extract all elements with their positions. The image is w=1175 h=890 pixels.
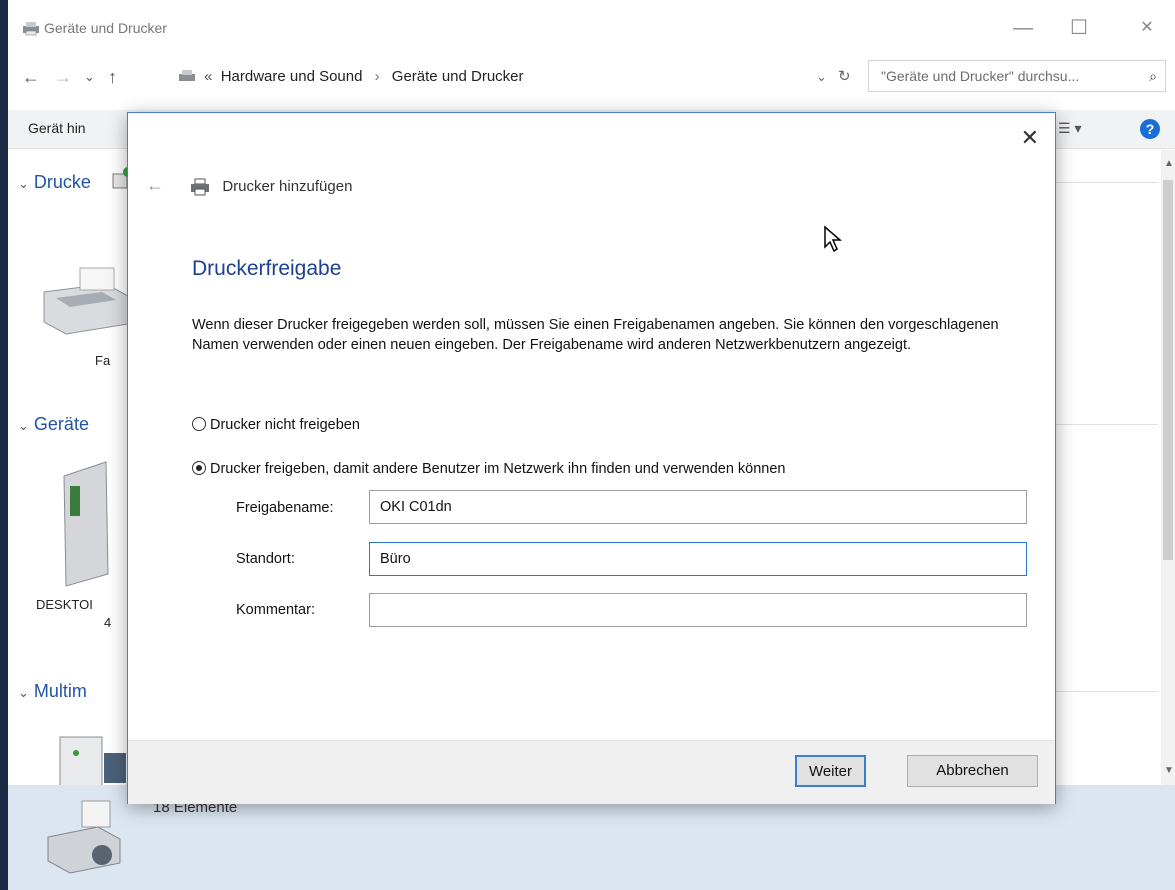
vertical-scrollbar[interactable]: ▲ ▼ — [1161, 150, 1175, 785]
scroll-down-icon[interactable]: ▼ — [1164, 765, 1174, 776]
scrollbar-thumb[interactable] — [1163, 180, 1173, 560]
device-label: Fa — [95, 353, 111, 368]
cancel-button[interactable]: Abbrechen — [907, 755, 1038, 787]
breadcrumb-devices-printers[interactable]: Geräte und Drucker — [392, 68, 524, 85]
address-row: ← → ⌄ ↑ « Hardware und Sound › Geräte un… — [8, 60, 1175, 94]
up-button[interactable]: ↑ — [108, 64, 117, 90]
comment-label: Kommentar: — [236, 602, 315, 618]
title-bar: Geräte und Drucker — ☐ ✕ — [8, 0, 1175, 58]
control-panel-icon — [179, 70, 195, 81]
radio-share[interactable]: Drucker freigeben, damit andere Benutzer… — [192, 461, 786, 477]
group-devices[interactable]: ⌄ Geräte — [18, 414, 89, 435]
refresh-button[interactable]: ↻ — [838, 62, 851, 92]
location-label: Standort: — [236, 551, 295, 567]
maximize-button[interactable]: ☐ — [1060, 14, 1098, 42]
chevron-down-icon: ⌄ — [18, 418, 29, 433]
radio-no-share-label: Drucker nicht freigeben — [210, 417, 360, 433]
address-bar[interactable]: « Hardware und Sound › Geräte und Drucke… — [178, 62, 858, 92]
recent-locations-button[interactable]: ⌄ — [84, 64, 95, 90]
device-label: DESKTOI — [36, 597, 93, 612]
comment-field[interactable] — [369, 593, 1027, 627]
group-divider — [1048, 424, 1158, 425]
next-button[interactable]: Weiter — [795, 755, 866, 787]
radio-button-unchecked[interactable] — [192, 417, 206, 431]
group-divider — [1048, 691, 1158, 692]
share-name-field[interactable]: OKI C01dn — [369, 490, 1027, 524]
dialog-back-button[interactable]: ← — [146, 175, 164, 195]
dialog-title: Drucker hinzufügen — [222, 178, 353, 195]
desktop-computer-icon[interactable] — [56, 456, 116, 591]
radio-no-share[interactable]: Drucker nicht freigeben — [192, 417, 360, 433]
chevron-down-icon: ⌄ — [18, 176, 29, 191]
window-title: Geräte und Drucker — [44, 20, 167, 36]
help-icon[interactable]: ? — [1140, 119, 1160, 139]
breadcrumb-hardware-sound[interactable]: Hardware und Sound — [221, 68, 363, 85]
forward-button[interactable]: → — [54, 64, 72, 90]
description-text: Wenn dieser Drucker freigegeben werden s… — [192, 317, 999, 353]
back-button[interactable]: ← — [22, 64, 40, 90]
device-label: 4 — [104, 615, 112, 630]
group-printers[interactable]: ⌄ Drucke — [18, 172, 91, 193]
change-view-button[interactable]: ☰ ▾ — [1058, 120, 1081, 137]
multimedia-device-icon[interactable] — [56, 733, 131, 788]
camera-printer-icon — [47, 800, 121, 874]
page-title: Druckerfreigabe — [192, 257, 342, 280]
group-label: Geräte — [33, 414, 89, 434]
mouse-cursor-icon — [824, 225, 843, 253]
window-close-button[interactable]: ✕ — [1128, 14, 1166, 42]
radio-button-checked[interactable] — [192, 461, 206, 475]
chevron-down-icon: ⌄ — [18, 685, 29, 700]
group-multimedia[interactable]: ⌄ Multim — [18, 681, 87, 702]
breadcrumb-overflow[interactable]: « — [204, 68, 212, 85]
search-input[interactable]: "Geräte und Drucker" durchsu... ⌕ — [868, 60, 1166, 92]
group-label: Multim — [33, 681, 87, 701]
radio-share-label: Drucker freigeben, damit andere Benutzer… — [210, 461, 786, 477]
group-divider — [1048, 182, 1158, 183]
dialog-header: ← Drucker hinzufügen — [146, 175, 352, 196]
group-label: Drucke — [33, 172, 91, 192]
share-name-label: Freigabename: — [236, 500, 334, 516]
dialog-close-button[interactable]: ✕ — [1021, 127, 1039, 149]
location-field[interactable]: Büro — [369, 542, 1027, 576]
fax-printer-icon[interactable] — [36, 262, 131, 342]
scroll-up-icon[interactable]: ▲ — [1164, 158, 1174, 169]
search-icon: ⌕ — [1149, 68, 1157, 84]
address-dropdown-button[interactable]: ⌄ — [816, 62, 827, 92]
breadcrumb-separator[interactable]: › — [367, 68, 388, 85]
add-device-button[interactable]: Gerät hin — [28, 120, 86, 136]
printer-icon — [191, 178, 210, 196]
dialog-footer: Weiter Abbrechen — [128, 740, 1055, 804]
search-placeholder: "Geräte und Drucker" durchsu... — [881, 68, 1080, 84]
devices-and-printers-icon — [23, 22, 39, 36]
minimize-button[interactable]: — — [1004, 14, 1042, 42]
add-printer-dialog: ✕ ← Drucker hinzufügen Druckerfreigabe W… — [127, 112, 1056, 804]
